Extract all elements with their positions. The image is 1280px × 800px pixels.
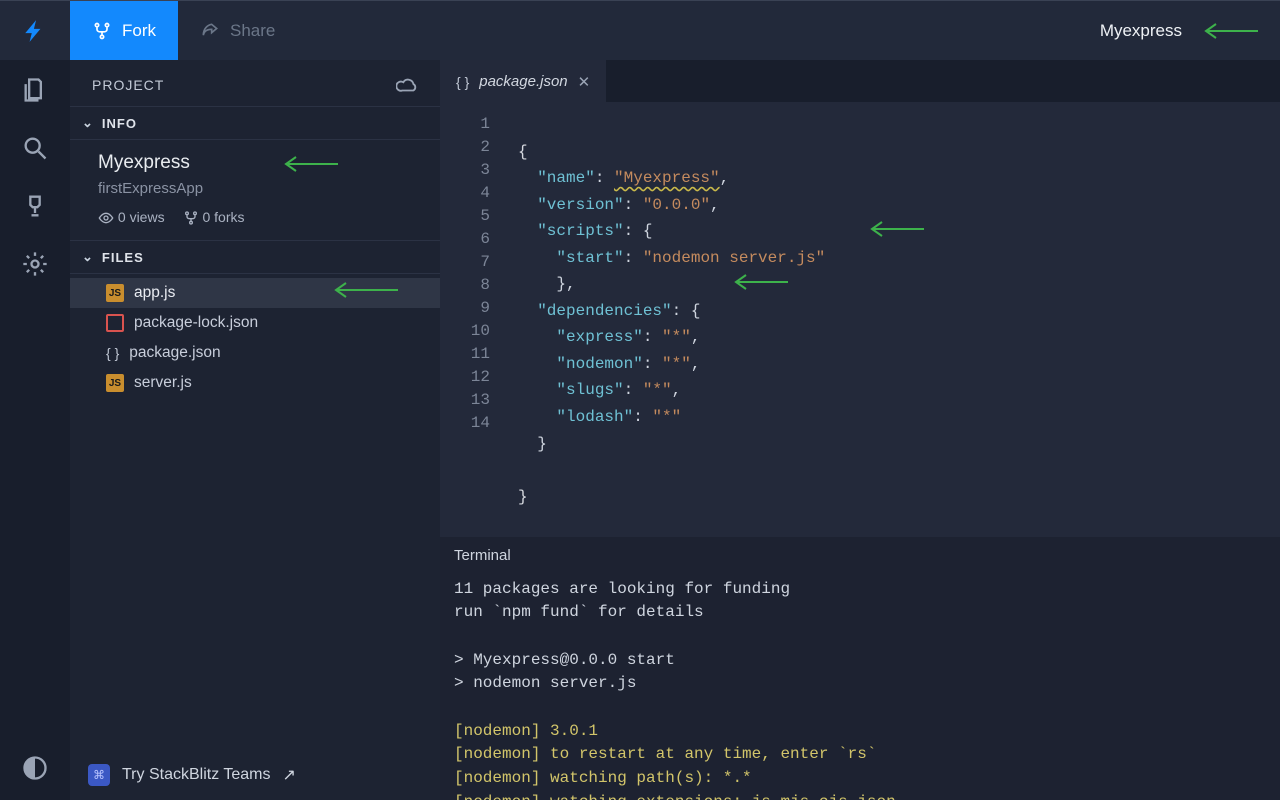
line-gutter: 1234567891011121314 <box>440 102 510 537</box>
file-name: app.js <box>134 284 175 302</box>
info-block: Myexpress firstExpressApp 0 views 0 fork… <box>70 140 440 240</box>
annotation-arrow-icon <box>330 280 400 300</box>
file-row[interactable]: JS server.js <box>70 368 440 398</box>
sidebar: PROJECT ⌄ INFO Myexpress firstExpressApp… <box>70 60 440 800</box>
json-file-icon: { } <box>106 344 119 362</box>
file-row[interactable]: { } package.json <box>70 338 440 368</box>
chevron-down-icon: ⌄ <box>82 115 94 131</box>
tab-label: package.json <box>479 73 567 90</box>
code-editor[interactable]: 1234567891011121314 { "name": "Myexpress… <box>440 102 1280 537</box>
fork-icon <box>92 21 112 41</box>
fork-small-icon <box>183 210 199 226</box>
teams-promo[interactable]: ⌘ Try StackBlitz Teams ↗ <box>70 750 440 800</box>
files-section-header[interactable]: ⌄ FILES <box>70 240 440 274</box>
js-file-icon: JS <box>106 374 124 392</box>
views-stat: 0 views <box>98 209 165 226</box>
eye-icon <box>98 210 114 226</box>
activity-bar <box>0 60 70 800</box>
file-name: server.js <box>134 374 192 392</box>
top-bar: Fork Share Myexpress <box>0 0 1280 60</box>
annotation-arrow-icon <box>1200 21 1260 41</box>
bolt-icon <box>22 18 48 44</box>
info-section-header[interactable]: ⌄ INFO <box>70 106 440 140</box>
external-link-icon: ↗ <box>282 765 295 785</box>
close-tab-icon[interactable]: ✕ <box>578 73 591 91</box>
file-name: package.json <box>129 344 220 362</box>
chevron-down-icon: ⌄ <box>82 249 94 265</box>
sidebar-header: PROJECT <box>92 77 164 93</box>
lock-file-icon <box>106 314 124 332</box>
teams-icon: ⌘ <box>88 764 110 786</box>
terminal-panel: Terminal 11 packages are looking for fun… <box>440 537 1280 800</box>
editor-column: { } package.json ✕ 1234567891011121314 {… <box>440 60 1280 800</box>
editor-tabs: { } package.json ✕ <box>440 60 1280 102</box>
theme-icon[interactable] <box>21 754 49 782</box>
file-tree: JS app.js package-lock.json { } package.… <box>70 274 440 398</box>
search-icon[interactable] <box>21 134 49 162</box>
js-file-icon: JS <box>106 284 124 302</box>
annotation-arrow-icon <box>866 219 926 239</box>
fork-label: Fork <box>122 21 156 41</box>
file-name: package-lock.json <box>134 314 258 332</box>
share-label: Share <box>230 21 275 41</box>
info-subtitle: firstExpressApp <box>98 180 412 197</box>
fork-button[interactable]: Fork <box>70 1 178 60</box>
ports-icon[interactable] <box>21 192 49 220</box>
annotation-arrow-icon <box>730 272 790 292</box>
terminal-title: Terminal <box>440 537 1280 574</box>
teams-label: Try StackBlitz Teams <box>122 766 270 784</box>
share-button[interactable]: Share <box>178 1 297 60</box>
files-label: FILES <box>102 250 144 265</box>
cloud-sync-icon[interactable] <box>396 74 418 96</box>
info-label: INFO <box>102 116 137 131</box>
terminal-output[interactable]: 11 packages are looking for funding run … <box>440 574 1280 800</box>
logo-cell <box>0 1 70 60</box>
forks-stat: 0 forks <box>183 209 245 226</box>
json-file-icon: { } <box>456 74 469 90</box>
explorer-icon[interactable] <box>21 76 49 104</box>
editor-tab[interactable]: { } package.json ✕ <box>440 60 606 102</box>
project-title-top: Myexpress <box>1100 21 1182 41</box>
annotation-arrow-icon <box>280 154 340 174</box>
settings-icon[interactable] <box>21 250 49 278</box>
code-body[interactable]: { "name": "Myexpress", "version": "0.0.0… <box>510 102 1280 537</box>
file-row[interactable]: package-lock.json <box>70 308 440 338</box>
info-project-name: Myexpress <box>98 152 412 174</box>
share-icon <box>200 21 220 41</box>
